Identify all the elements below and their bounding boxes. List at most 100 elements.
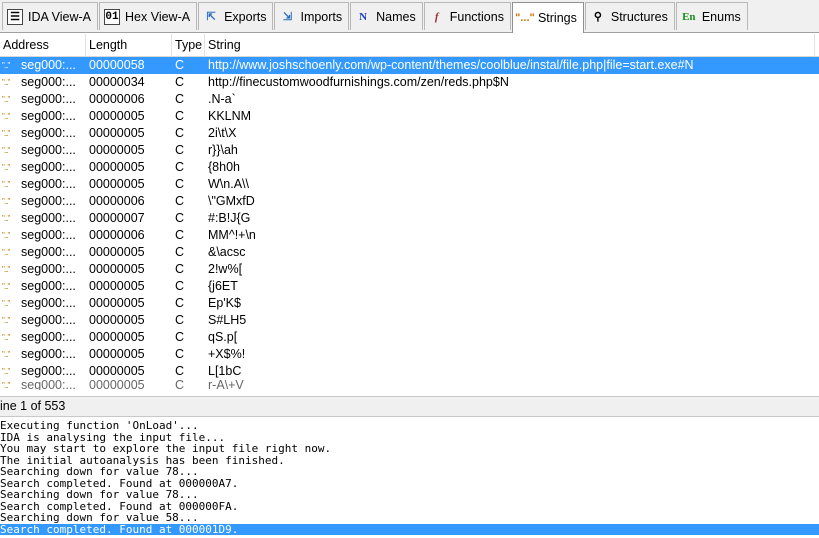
- tab-hex-view-a[interactable]: 01 Hex View-A: [99, 2, 198, 30]
- output-line[interactable]: Searching down for value 58...: [0, 512, 819, 524]
- string-cell: +X$%!: [208, 347, 246, 361]
- table-row[interactable]: "..." seg000:... 00000005 C &\acsc: [0, 244, 819, 261]
- enums-icon: En: [682, 10, 696, 23]
- length-cell: 00000005: [89, 262, 145, 276]
- address-text: seg000:...: [21, 160, 76, 174]
- type-cell: C: [175, 58, 185, 72]
- strings-table: Address Length Type String "..." seg000:.…: [0, 34, 819, 396]
- table-row[interactable]: "..." seg000:... 00000058 Chttp://www.joshs…: [0, 57, 819, 74]
- output-line[interactable]: Search completed. Found at 000001D9.: [0, 523, 819, 535]
- table-row[interactable]: "..." seg000:... 00000005 Cr-A\+V: [0, 380, 819, 390]
- length-cell: 00000005: [89, 177, 145, 191]
- string-cell: &\acsc: [208, 245, 246, 259]
- type-cell: C: [175, 279, 185, 293]
- table-row[interactable]: "..." seg000:... 00000005 C KKLNM: [0, 108, 819, 125]
- string-icon: "...": [2, 231, 10, 240]
- address-text: seg000:...: [21, 211, 76, 225]
- string-cell: 2i\t\X: [208, 126, 237, 140]
- string-cell: KKLNM: [208, 109, 252, 123]
- type-cell: C: [175, 262, 185, 276]
- type-cell: C: [175, 296, 185, 310]
- address-cell: "..." seg000:...: [0, 363, 86, 380]
- address-text: seg000:...: [21, 380, 76, 390]
- column-header-type[interactable]: Type: [172, 34, 205, 57]
- address-text: seg000:...: [21, 347, 76, 361]
- hex-view-icon: 01: [104, 8, 120, 25]
- tab-names[interactable]: N Names: [350, 2, 423, 30]
- address-text: seg000:...: [21, 364, 76, 378]
- output-line[interactable]: You may start to explore the input file …: [0, 443, 819, 455]
- tab-exports[interactable]: ⇱ Exports: [198, 2, 274, 30]
- table-row[interactable]: "..." seg000:... 00000005 C {8h0h: [0, 159, 819, 176]
- table-row[interactable]: "..." seg000:... 00000005 Cr}}\ah: [0, 142, 819, 159]
- table-row[interactable]: "..." seg000:... 00000005 C S#LH5: [0, 312, 819, 329]
- address-cell: "..." seg000:...: [0, 176, 86, 193]
- string-icon: "...": [2, 95, 10, 104]
- output-line[interactable]: IDA is analysing the input file...: [0, 432, 819, 444]
- table-row[interactable]: "..." seg000:... 00000006 C .N-a`: [0, 91, 819, 108]
- table-row[interactable]: "..." seg000:... 00000005 C W\n.A\\: [0, 176, 819, 193]
- table-row[interactable]: "..." seg000:... 00000005 C Ep'K$: [0, 295, 819, 312]
- length-cell: 00000005: [89, 143, 145, 157]
- tab-imports[interactable]: ⇲ Imports: [274, 2, 350, 30]
- output-line[interactable]: Search completed. Found at 000000FA.: [0, 501, 819, 513]
- output-line[interactable]: Executing function 'OnLoad'...: [0, 420, 819, 432]
- address-cell: "..." seg000:...: [0, 125, 86, 142]
- length-cell: 00000007: [89, 211, 145, 225]
- table-row[interactable]: "..." seg000:... 00000005 C L[1bC: [0, 363, 819, 380]
- table-row[interactable]: "..." seg000:... 00000006 C \"GMxfD: [0, 193, 819, 210]
- tab-label: Enums: [701, 9, 741, 24]
- string-icon: "...": [2, 333, 10, 342]
- length-cell: 00000058: [89, 58, 145, 72]
- type-cell: C: [175, 380, 185, 390]
- output-line[interactable]: Searching down for value 78...: [0, 489, 819, 501]
- table-row[interactable]: "..." seg000:... 00000005 C {j6ET: [0, 278, 819, 295]
- status-bar: ine 1 of 553: [0, 396, 819, 417]
- string-cell: .N-a`: [208, 92, 236, 106]
- column-header-address[interactable]: Address: [0, 34, 86, 57]
- length-cell: 00000005: [89, 245, 145, 259]
- address-cell: "..." seg000:...: [0, 261, 86, 278]
- string-icon: "...": [2, 163, 10, 172]
- address-cell: "..." seg000:...: [0, 312, 86, 329]
- address-cell: "..." seg000:...: [0, 346, 86, 363]
- tab-structures[interactable]: ⚲ Structures: [584, 2, 675, 30]
- table-row[interactable]: "..." seg000:... 00000034 Chttp://finecusto…: [0, 74, 819, 91]
- output-line[interactable]: Searching down for value 78...: [0, 466, 819, 478]
- tab-enums[interactable]: En Enums: [675, 2, 748, 30]
- type-cell: C: [175, 75, 185, 89]
- address-text: seg000:...: [21, 126, 76, 140]
- address-text: seg000:...: [21, 194, 76, 208]
- table-row[interactable]: "..." seg000:... 00000005 C +X$%!: [0, 346, 819, 363]
- table-row[interactable]: "..." seg000:... 00000007 C #:B!J{G: [0, 210, 819, 227]
- column-header-length[interactable]: Length: [86, 34, 172, 57]
- string-icon: "...": [2, 61, 10, 70]
- string-cell: qS.p[: [208, 330, 238, 344]
- table-row[interactable]: "..." seg000:... 00000006 C MM^!+\n: [0, 227, 819, 244]
- table-row[interactable]: "..." seg000:... 00000005 C 2!w%[: [0, 261, 819, 278]
- length-cell: 00000005: [89, 279, 145, 293]
- tab-functions[interactable]: f Functions: [423, 2, 511, 30]
- address-cell: "..." seg000:...: [0, 142, 86, 159]
- column-header-string[interactable]: String: [205, 34, 815, 57]
- string-cell: \"GMxfD: [208, 194, 255, 208]
- address-text: seg000:...: [21, 177, 76, 191]
- length-cell: 00000005: [89, 313, 145, 327]
- string-icon: "...": [2, 380, 10, 390]
- type-cell: C: [175, 126, 185, 140]
- tab-label: Hex View-A: [125, 9, 191, 24]
- address-text: seg000:...: [21, 109, 76, 123]
- string-icon: "...": [2, 367, 10, 376]
- address-cell: "..." seg000:...: [0, 57, 86, 74]
- tab-ida-view-a[interactable]: ☰ IDA View-A: [2, 2, 98, 30]
- address-cell: "..." seg000:...: [0, 193, 86, 210]
- table-row[interactable]: "..." seg000:... 00000005 C 2i\t\X: [0, 125, 819, 142]
- string-cell: 2!w%[: [208, 262, 243, 276]
- address-text: seg000:...: [21, 296, 76, 310]
- table-row[interactable]: "..." seg000:... 00000005 CqS.p[: [0, 329, 819, 346]
- output-line[interactable]: The initial autoanalysis has been finish…: [0, 455, 819, 467]
- type-cell: C: [175, 177, 185, 191]
- tab-strings[interactable]: "..." Strings: [511, 1, 584, 33]
- string-icon: "...": [2, 316, 10, 325]
- output-line[interactable]: Search completed. Found at 000000A7.: [0, 478, 819, 490]
